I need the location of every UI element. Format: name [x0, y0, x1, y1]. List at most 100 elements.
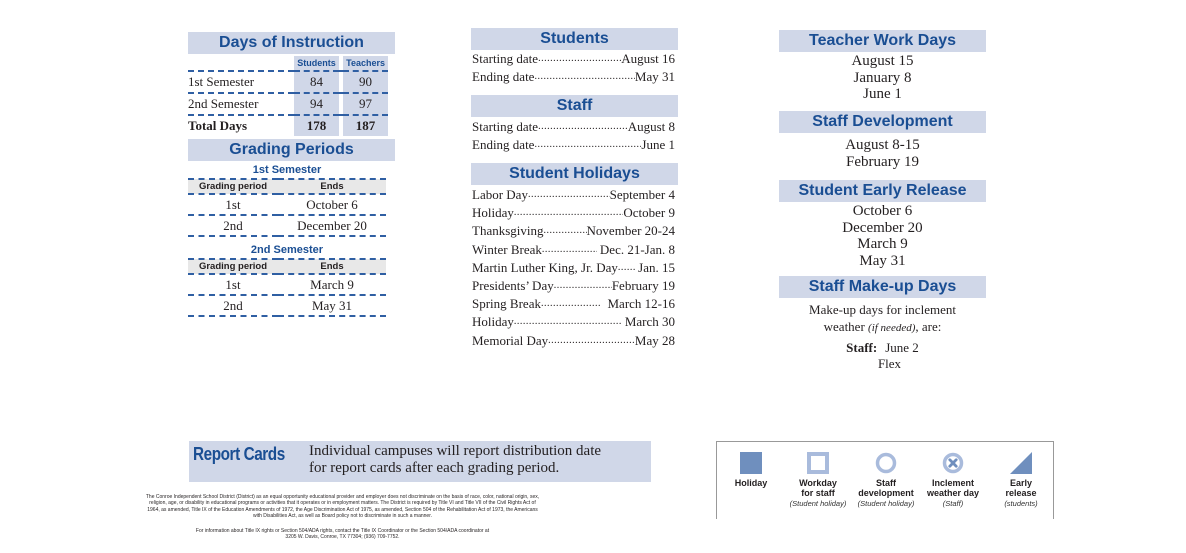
- staff-development-title: Staff Development: [779, 111, 986, 133]
- semester-2-title: 2nd Semester: [250, 244, 324, 256]
- nondiscrimination-notice: The Conroe Independent School District (…: [145, 494, 540, 520]
- holiday-date: March 12-16: [600, 296, 675, 312]
- holiday-name: Labor Day: [472, 187, 528, 202]
- teachers-days: 187: [343, 114, 388, 136]
- col-teachers: Teachers: [343, 56, 388, 71]
- date-item: February 19: [846, 153, 919, 170]
- students-days: 94: [294, 92, 339, 115]
- row-label: Total Days: [188, 114, 295, 136]
- date-item: January 8: [853, 69, 912, 86]
- student-early-release-list: October 6 December 20 March 9 May 31: [779, 203, 986, 269]
- date-item: June 1: [863, 86, 902, 102]
- col-ends: Ends: [278, 258, 386, 274]
- period: 2nd: [188, 294, 278, 317]
- legend-box: Holiday Workday for staff (Student holid…: [716, 441, 1054, 519]
- report-cards-box: Report Cards Individual campuses will re…: [189, 441, 651, 482]
- date-item: August 15: [851, 53, 914, 69]
- holiday-name: Holiday: [472, 314, 514, 330]
- staff-end-row: Ending dateJune 1: [472, 136, 675, 154]
- semester-1-table: Grading period Ends 1st October 6 2nd De…: [188, 178, 386, 237]
- holiday-row: Holiday March 30: [472, 313, 675, 331]
- holiday-date: November 20-24: [586, 223, 675, 239]
- holiday-row: Presidents’ Day February 19: [472, 277, 675, 295]
- table-header-row: Students Teachers: [188, 56, 388, 71]
- table-row: 2nd May 31: [188, 294, 386, 317]
- teachers-days: 90: [343, 70, 388, 93]
- students-end-row: Ending dateMay 31: [472, 68, 675, 86]
- student-early-release-title: Student Early Release: [779, 180, 986, 202]
- col-grading-period: Grading period: [188, 258, 278, 274]
- holiday-row: Winter Break Dec. 21-Jan. 8: [472, 241, 675, 259]
- row-label: 1st Semester: [188, 70, 295, 93]
- holiday-date: Jan. 15: [634, 259, 675, 275]
- table-row-total: Total Days 178 187: [188, 114, 388, 136]
- semester-1-title: 1st Semester: [252, 164, 322, 176]
- grading-periods-title: Grading Periods: [188, 139, 395, 161]
- holiday-name: Thanksgiving: [472, 223, 544, 239]
- staff-makeup-days-title: Staff Make-up Days: [779, 276, 986, 298]
- filled-square-icon: [740, 452, 762, 474]
- days-of-instruction-table: Students Teachers 1st Semester 84 90 2nd…: [188, 56, 388, 136]
- staff-makeup-date: June 2: [885, 340, 919, 355]
- table-row: 1st March 9: [188, 273, 386, 295]
- holiday-date: September 4: [609, 187, 675, 202]
- triangle-icon: [1010, 452, 1032, 474]
- date-item: August 8-15: [845, 137, 920, 153]
- date-item: March 9: [857, 236, 908, 252]
- col-students: Students: [294, 56, 339, 71]
- holiday-name: Memorial Day: [472, 332, 549, 348]
- days-of-instruction-title: Days of Instruction: [188, 32, 395, 54]
- staff-development-list: August 8-15 February 19: [779, 137, 986, 170]
- report-cards-text: Individual campuses will report distribu…: [309, 443, 602, 476]
- staff-label: Staff:: [846, 340, 878, 355]
- holiday-row: Thanksgiving November 20-24: [472, 222, 675, 240]
- report-cards-label: Report Cards: [193, 444, 285, 464]
- period: 1st: [188, 273, 278, 295]
- teacher-work-days-list: August 15 January 8 June 1: [779, 53, 986, 103]
- students-title: Students: [471, 28, 678, 50]
- holiday-name: Presidents’ Day: [472, 278, 554, 293]
- ends: December 20: [278, 214, 386, 237]
- table-row: 2nd Semester 94 97: [188, 92, 388, 115]
- staff-start-row: Starting dateAugust 8: [472, 118, 675, 136]
- semester-2-table: Grading period Ends 1st March 9 2nd May …: [188, 258, 386, 317]
- col-grading-period: Grading period: [188, 178, 278, 194]
- holiday-row: Memorial Day May 28: [472, 332, 675, 350]
- date-item: May 31: [859, 252, 906, 269]
- holiday-name: Martin Luther King, Jr. Day: [472, 259, 618, 275]
- ends: March 9: [278, 273, 386, 295]
- holiday-name: Winter Break: [472, 241, 542, 257]
- row-label: 2nd Semester: [188, 92, 295, 115]
- col-ends: Ends: [278, 178, 386, 194]
- holiday-row: Labor Day September 4: [472, 186, 675, 204]
- students-start-row: Starting dateAugust 16: [472, 50, 675, 68]
- students-days: 178: [294, 114, 339, 136]
- outline-square-icon: [807, 452, 829, 474]
- flex-note: Flex: [877, 356, 902, 371]
- staff-title: Staff: [471, 95, 678, 117]
- table-row: 1st October 6: [188, 193, 386, 215]
- circle-x-icon: [942, 452, 964, 474]
- table-row: 1st Semester 84 90: [188, 70, 388, 93]
- period: 1st: [188, 193, 278, 215]
- ends: May 31: [278, 294, 386, 317]
- holiday-row: Spring Break March 12-16: [472, 295, 675, 313]
- holiday-date: Dec. 21-Jan. 8: [596, 241, 675, 257]
- holiday-date: May 28: [634, 332, 675, 348]
- holiday-date: February 19: [611, 278, 675, 293]
- date-item: October 6: [852, 203, 913, 219]
- holiday-row: Martin Luther King, Jr. Day Jan. 15: [472, 259, 675, 277]
- holiday-date: October 9: [623, 205, 675, 221]
- holiday-date: March 30: [621, 314, 675, 330]
- staff-makeup-days-text: Make-up days for inclement weather (if n…: [779, 301, 986, 371]
- teacher-work-days-title: Teacher Work Days: [779, 30, 986, 52]
- holiday-row: Holiday October 9: [472, 204, 675, 222]
- teachers-days: 97: [343, 92, 388, 115]
- outline-circle-icon: [875, 452, 897, 474]
- ends: October 6: [278, 193, 386, 215]
- table-row: 2nd December 20: [188, 214, 386, 237]
- student-holidays-title: Student Holidays: [471, 163, 678, 185]
- date-item: December 20: [842, 219, 923, 236]
- students-days: 84: [294, 70, 339, 93]
- period: 2nd: [188, 214, 278, 237]
